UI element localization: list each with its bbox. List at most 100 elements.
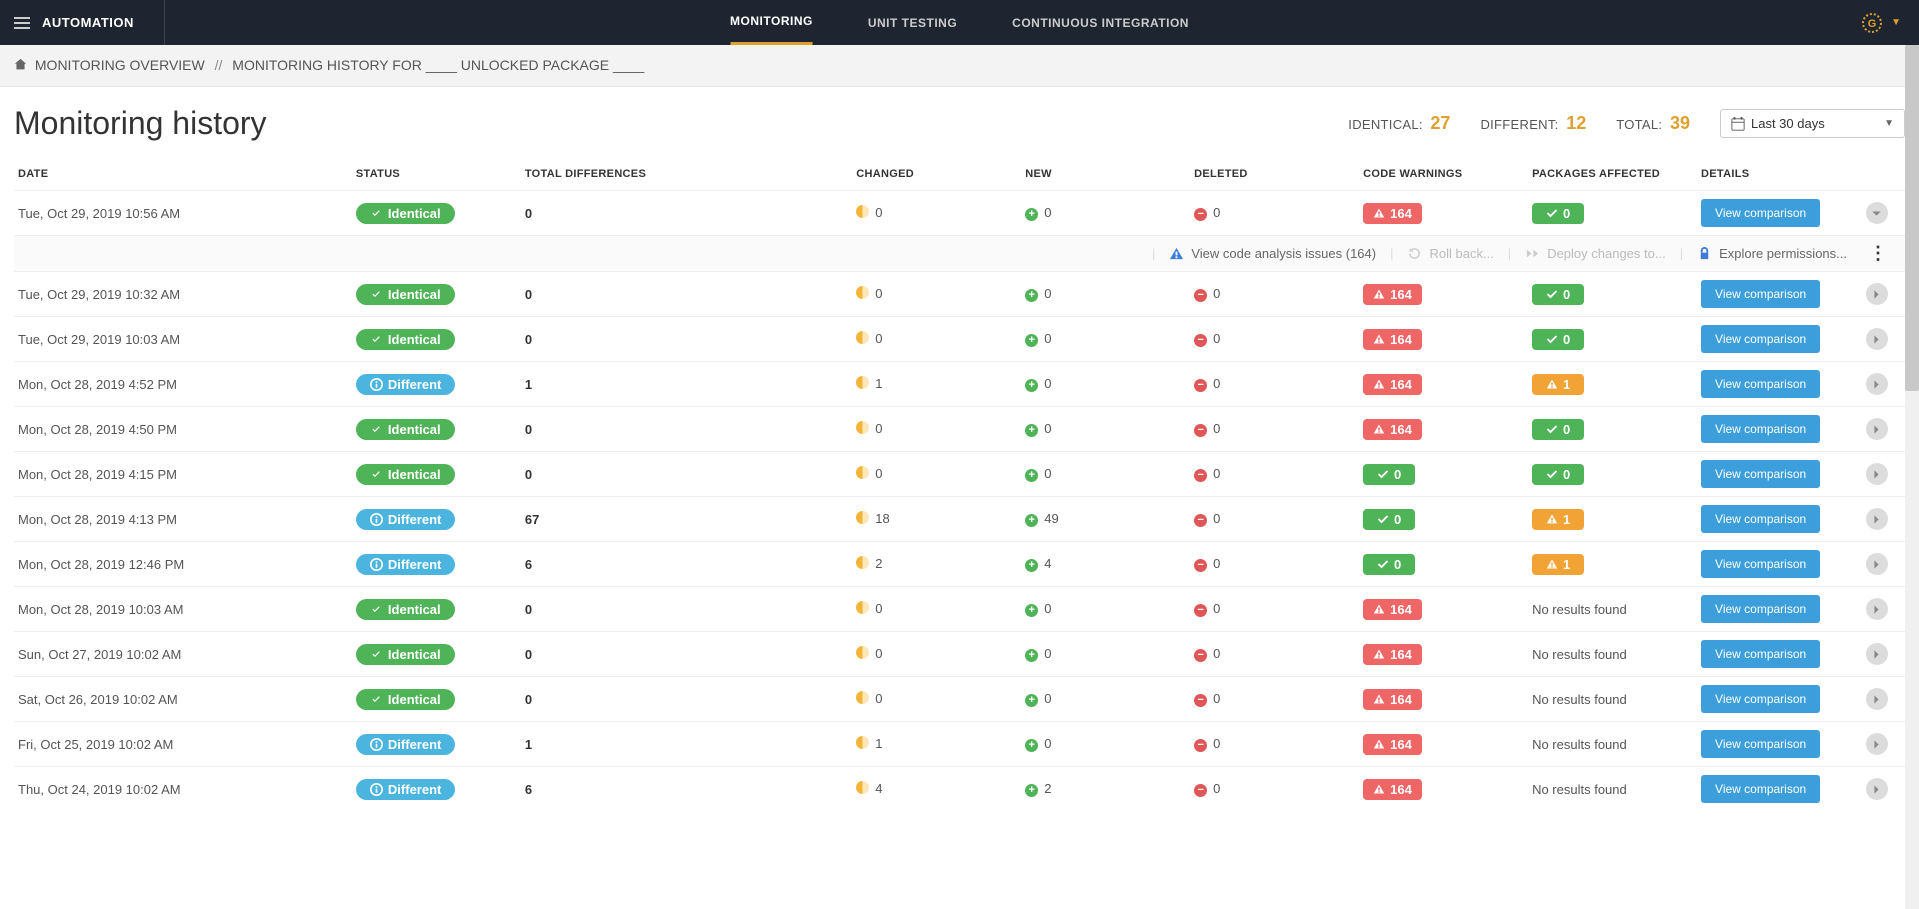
cell-changed: 0 [875,646,882,661]
cell-new: 49 [1044,511,1058,526]
view-comparison-button[interactable]: View comparison [1701,199,1820,227]
expand-row-button[interactable] [1866,733,1888,755]
page-title: Monitoring history [14,105,267,142]
view-comparison-button[interactable]: View comparison [1701,685,1820,713]
status-badge-different: Different [356,779,455,800]
view-comparison-button[interactable]: View comparison [1701,370,1820,398]
col-deleted: DELETED [1190,152,1359,191]
status-badge-different: Different [356,509,455,530]
table-row[interactable]: Mon, Oct 28, 2019 4:15 PMIdentical00+0−0… [14,452,1905,497]
svg-text:G: G [1868,18,1877,30]
status-badge-different: Different [356,374,455,395]
view-comparison-button[interactable]: View comparison [1701,415,1820,443]
changed-icon [856,781,869,797]
cell-deleted: 0 [1213,781,1220,796]
changed-icon [856,205,869,221]
table-row[interactable]: Mon, Oct 28, 2019 4:13 PMDifferent6718+4… [14,497,1905,542]
table-row[interactable]: Mon, Oct 28, 2019 4:50 PMIdentical00+0−0… [14,407,1905,452]
ok-pill: 0 [1532,419,1584,440]
action-permissions[interactable]: Explore permissions... [1683,242,1861,265]
expand-row-button[interactable] [1866,328,1888,350]
expand-row-button[interactable] [1866,373,1888,395]
expand-row-button[interactable] [1866,643,1888,665]
more-actions-icon[interactable]: ⋮ [1861,243,1895,264]
table-row[interactable]: Sat, Oct 26, 2019 10:02 AMIdentical00+0−… [14,677,1905,722]
expand-row-button[interactable] [1866,688,1888,710]
expand-row-button[interactable] [1866,463,1888,485]
view-comparison-button[interactable]: View comparison [1701,280,1820,308]
date-range-filter[interactable]: Last 30 days ▼ [1720,109,1905,138]
view-comparison-button[interactable]: View comparison [1701,730,1820,758]
breadcrumb-root[interactable]: MONITORING OVERVIEW [35,57,205,73]
table-row[interactable]: Thu, Oct 24, 2019 10:02 AMDifferent64+2−… [14,767,1905,812]
menu-icon[interactable] [14,17,30,29]
plus-icon: + [1025,331,1038,347]
expand-row-button[interactable] [1866,778,1888,800]
minus-icon: − [1194,466,1207,482]
tab-monitoring[interactable]: MONITORING [730,0,813,45]
action-code-analysis[interactable]: View code analysis issues (164) [1155,242,1390,265]
minus-icon: − [1194,556,1207,572]
expand-row-button[interactable] [1866,598,1888,620]
col-changed: CHANGED [852,152,1021,191]
view-comparison-button[interactable]: View comparison [1701,505,1820,533]
lock-icon [1697,246,1712,261]
table-row[interactable]: Fri, Oct 25, 2019 10:02 AMDifferent11+0−… [14,722,1905,767]
cell-new: 0 [1044,736,1051,751]
changed-icon [856,556,869,572]
plus-icon: + [1025,421,1038,437]
col-total-diff: TOTAL DIFFERENCES [521,152,852,191]
cell-date: Sat, Oct 26, 2019 10:02 AM [14,677,352,722]
table-row[interactable]: Tue, Oct 29, 2019 10:03 AMIdentical00+0−… [14,317,1905,362]
action-deploy: Deploy changes to... [1511,242,1680,265]
view-comparison-button[interactable]: View comparison [1701,640,1820,668]
view-comparison-button[interactable]: View comparison [1701,325,1820,353]
stat-total: TOTAL: 39 [1616,113,1690,134]
tab-continuous-integration[interactable]: CONTINUOUS INTEGRATION [1012,2,1189,44]
plus-icon: + [1025,691,1038,707]
status-badge-identical: Identical [356,599,455,620]
changed-icon [856,331,869,347]
view-comparison-button[interactable]: View comparison [1701,550,1820,578]
changed-icon [856,376,869,392]
changed-icon [856,511,869,527]
view-comparison-button[interactable]: View comparison [1701,775,1820,803]
table-row[interactable]: Tue, Oct 29, 2019 10:56 AMIdentical00+0−… [14,191,1905,236]
status-badge-identical: Identical [356,284,455,305]
ok-pill: 0 [1532,464,1584,485]
table-row[interactable]: Mon, Oct 28, 2019 12:46 PMDifferent62+4−… [14,542,1905,587]
cell-changed: 4 [875,781,882,796]
expand-row-button[interactable] [1866,202,1888,224]
cell-date: Mon, Oct 28, 2019 10:03 AM [14,587,352,632]
view-comparison-button[interactable]: View comparison [1701,595,1820,623]
warning-pill: 1 [1532,509,1584,530]
cell-deleted: 0 [1213,331,1220,346]
scrollbar[interactable] [1905,45,1919,909]
stat-different: DIFFERENT: 12 [1480,113,1586,134]
date-filter-label: Last 30 days [1751,116,1825,131]
cell-changed: 0 [875,205,882,220]
view-comparison-button[interactable]: View comparison [1701,460,1820,488]
table-row[interactable]: Sun, Oct 27, 2019 10:02 AMIdentical00+0−… [14,632,1905,677]
expand-row-button[interactable] [1866,283,1888,305]
warning-pill: 164 [1363,734,1422,755]
history-table: DATE STATUS TOTAL DIFFERENCES CHANGED NE… [14,152,1905,811]
table-row[interactable]: Mon, Oct 28, 2019 10:03 AMIdentical00+0−… [14,587,1905,632]
minus-icon: − [1194,286,1207,302]
rollback-icon [1407,246,1422,261]
table-row[interactable]: Tue, Oct 29, 2019 10:32 AMIdentical00+0−… [14,272,1905,317]
status-badge-identical: Identical [356,329,455,350]
user-menu[interactable]: G ▼ [1859,10,1919,36]
col-new: NEW [1021,152,1190,191]
cell-total-diff: 0 [525,332,532,347]
expand-row-button[interactable] [1866,418,1888,440]
expand-row-button[interactable] [1866,553,1888,575]
status-badge-identical: Identical [356,203,455,224]
expand-row-button[interactable] [1866,508,1888,530]
tab-unit-testing[interactable]: UNIT TESTING [868,2,957,44]
cell-new: 0 [1044,205,1051,220]
cell-new: 0 [1044,601,1051,616]
table-row[interactable]: Mon, Oct 28, 2019 4:52 PMDifferent11+0−0… [14,362,1905,407]
deploy-icon [1525,246,1540,261]
status-badge-identical: Identical [356,644,455,665]
